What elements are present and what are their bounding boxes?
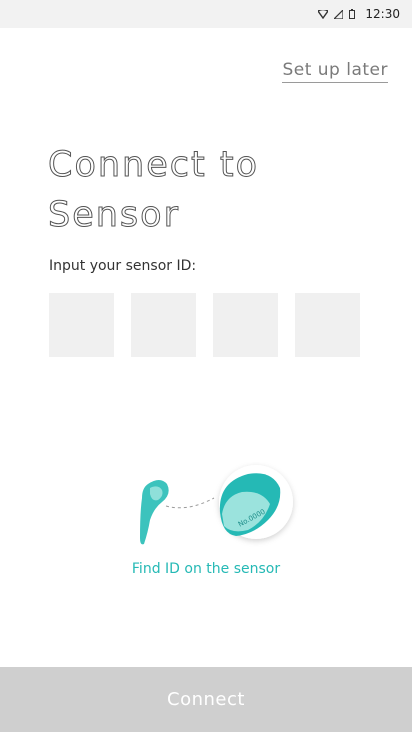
connect-button[interactable]: Connect [0,667,412,732]
status-time: 12:30 [365,7,400,21]
find-id-hint[interactable]: Find ID on the sensor [0,561,412,577]
wifi-icon [318,9,329,19]
sensor-illustration: No.0000 [130,462,300,552]
status-icons: 12:30 [318,0,400,28]
setup-later-link[interactable]: Set up later [282,60,388,83]
sensor-id-field-2[interactable] [131,293,196,357]
sensor-id-field-4[interactable] [295,293,360,357]
sensor-id-field-3[interactable] [213,293,278,357]
connection-dashed-line [165,497,215,509]
sensor-clip-icon [140,480,169,545]
page-title: Connect to Sensor [48,140,348,240]
signal-icon [334,9,344,19]
title-line-1: Connect to [48,145,259,186]
sensor-id-inputs [49,293,360,357]
sensor-id-field-1[interactable] [49,293,114,357]
battery-icon [349,9,356,19]
sensor-id-label: Input your sensor ID: [49,258,197,274]
title-line-2: Sensor [48,195,180,236]
status-bar: 12:30 [0,0,412,28]
